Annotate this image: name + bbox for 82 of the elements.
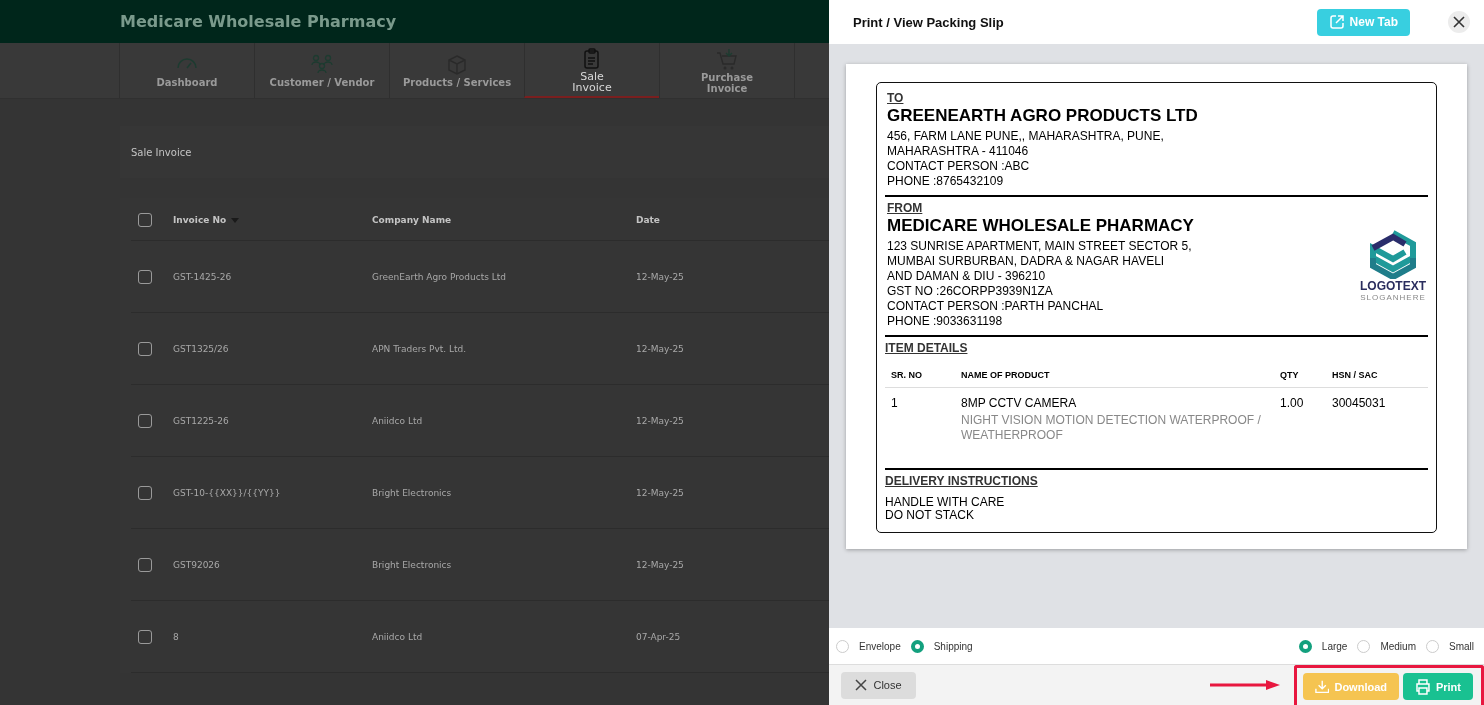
table-cell-text: 12-May-25 bbox=[636, 559, 685, 570]
section-heading: FROM bbox=[887, 201, 924, 215]
instruction-line: HANDLE WITH CARE bbox=[885, 496, 1006, 509]
logo-slogan: SLOGANHERE bbox=[1360, 292, 1426, 302]
column-header: QTY bbox=[1280, 370, 1300, 380]
table-cell-text: APN Traders Pvt. Ltd. bbox=[372, 343, 468, 354]
address-line: CONTACT PERSON :PARTH PANCHAL bbox=[887, 299, 1105, 314]
printer-icon bbox=[1415, 678, 1431, 695]
table-cell-text: GST-1425-26 bbox=[173, 271, 233, 282]
row-checkbox[interactable] bbox=[138, 269, 152, 284]
nav-tab[interactable]: Customer / Vendor bbox=[254, 43, 389, 98]
column-header[interactable]: Invoice No bbox=[173, 215, 372, 225]
nav-tab[interactable]: Products / Services bbox=[389, 43, 524, 98]
table-cell-text: GST92026 bbox=[173, 559, 221, 570]
address-line: PHONE :9033631198 bbox=[887, 314, 1004, 329]
column-header: SR. NO bbox=[891, 370, 923, 380]
table-cell-text: GST1225-26 bbox=[173, 415, 230, 426]
radio-option[interactable]: Small bbox=[1426, 639, 1474, 653]
radio-option[interactable]: Shipping bbox=[910, 639, 973, 653]
instruction-line: DO NOT STACK bbox=[885, 509, 975, 522]
table-cell-text: Aniidco Ltd bbox=[372, 415, 424, 426]
table-cell-text: Bright Electronics bbox=[372, 487, 453, 498]
pointer-arrow bbox=[1210, 679, 1280, 691]
table-cell-text: Bright Electronics bbox=[372, 559, 453, 570]
row-checkbox[interactable] bbox=[138, 629, 152, 644]
table-cell-text: 07-Apr-25 bbox=[636, 631, 682, 642]
product-name: 8MP CCTV CAMERA bbox=[961, 396, 1078, 410]
address-line: AND DAMAN & DIU - 396210 bbox=[887, 269, 1047, 284]
party-name: MEDICARE WHOLESALE PHARMACY bbox=[887, 216, 1195, 236]
table-cell-text: 8 bbox=[173, 631, 180, 642]
app-title: Medicare Wholesale Pharmacy bbox=[120, 12, 397, 31]
address-line: CONTACT PERSON :ABC bbox=[887, 159, 1031, 174]
nav-tab[interactable]: Dashboard bbox=[119, 43, 254, 98]
sort-caret-icon bbox=[231, 217, 240, 223]
dialog-title: Print / View Packing Slip bbox=[853, 14, 1005, 30]
table-cell-text: 30045031 bbox=[1332, 396, 1387, 412]
address-line: MUMBAI SURBURBAN, DADRA & NAGAR HAVELI bbox=[887, 254, 1166, 269]
column-header: NAME OF PRODUCT bbox=[961, 370, 1051, 380]
logo-text: LOGOTEXT bbox=[1360, 278, 1426, 293]
row-checkbox[interactable] bbox=[138, 413, 152, 428]
row-checkbox[interactable] bbox=[138, 341, 152, 356]
close-icon bbox=[1453, 16, 1465, 28]
column-header: HSN / SAC bbox=[1332, 370, 1379, 380]
table-cell-text: 12-May-25 bbox=[636, 487, 685, 498]
address-line: MAHARASHTRA - 411046 bbox=[887, 144, 1030, 159]
table-cell-text: 12-May-25 bbox=[636, 343, 685, 354]
nav-tab[interactable]: Purchase Invoice bbox=[659, 43, 794, 98]
row-checkbox[interactable] bbox=[138, 485, 152, 500]
table-cell-text: GST-10-{{XX}}/{{YY}} bbox=[173, 487, 282, 498]
table-cell-text: GST1325/26 bbox=[173, 343, 230, 354]
column-header[interactable]: Company Name bbox=[372, 215, 636, 225]
close-button[interactable] bbox=[1448, 11, 1470, 33]
external-link-icon bbox=[1328, 14, 1345, 30]
table-cell-text: 12-May-25 bbox=[636, 415, 685, 426]
column-header[interactable]: Date bbox=[636, 215, 756, 225]
people-icon bbox=[310, 53, 334, 75]
table-cell-text: GreenEarth Agro Products Ltd bbox=[372, 271, 507, 282]
close-icon bbox=[855, 679, 868, 691]
header-checkbox[interactable] bbox=[138, 213, 152, 227]
download-icon bbox=[1315, 678, 1330, 695]
party-name: GREENEARTH AGRO PRODUCTS LTD bbox=[887, 106, 1199, 126]
radio-option[interactable]: Medium bbox=[1357, 639, 1416, 653]
section-heading: DELIVERY INSTRUCTIONS bbox=[885, 474, 1039, 488]
radio-option[interactable]: Large bbox=[1298, 639, 1348, 653]
table-cell-text: Aniidco Ltd bbox=[372, 631, 424, 642]
section-heading: ITEM DETAILS bbox=[885, 341, 969, 355]
logo-mark-icon bbox=[1367, 228, 1419, 279]
address-line: 456, FARM LANE PUNE,, MAHARASHTRA, PUNE, bbox=[887, 129, 1165, 144]
radio-option[interactable]: Envelope bbox=[836, 639, 901, 653]
address-line: PHONE :8765432109 bbox=[887, 174, 1005, 189]
address-line: 123 SUNRISE APARTMENT, MAIN STREET SECTOR 5, bbox=[887, 239, 1193, 254]
product-description: NIGHT VISION MOTION DETECTION WATERPROOF / WEATHERPROOF bbox=[961, 413, 1262, 443]
table-cell-text: 1.00 bbox=[1280, 396, 1305, 412]
cart-icon bbox=[715, 47, 739, 70]
close-button[interactable]: Close bbox=[841, 671, 916, 699]
page-title: Sale Invoice bbox=[131, 146, 192, 158]
section-heading: TO bbox=[887, 91, 905, 105]
nav-tab[interactable]: Sale Invoice bbox=[524, 43, 659, 98]
table-cell-text: 1 bbox=[891, 396, 899, 412]
row-checkbox[interactable] bbox=[138, 557, 152, 572]
address-line: GST NO :26CORPP3939N1ZA bbox=[887, 284, 1054, 299]
table-cell-text: 12-May-25 bbox=[636, 271, 685, 282]
